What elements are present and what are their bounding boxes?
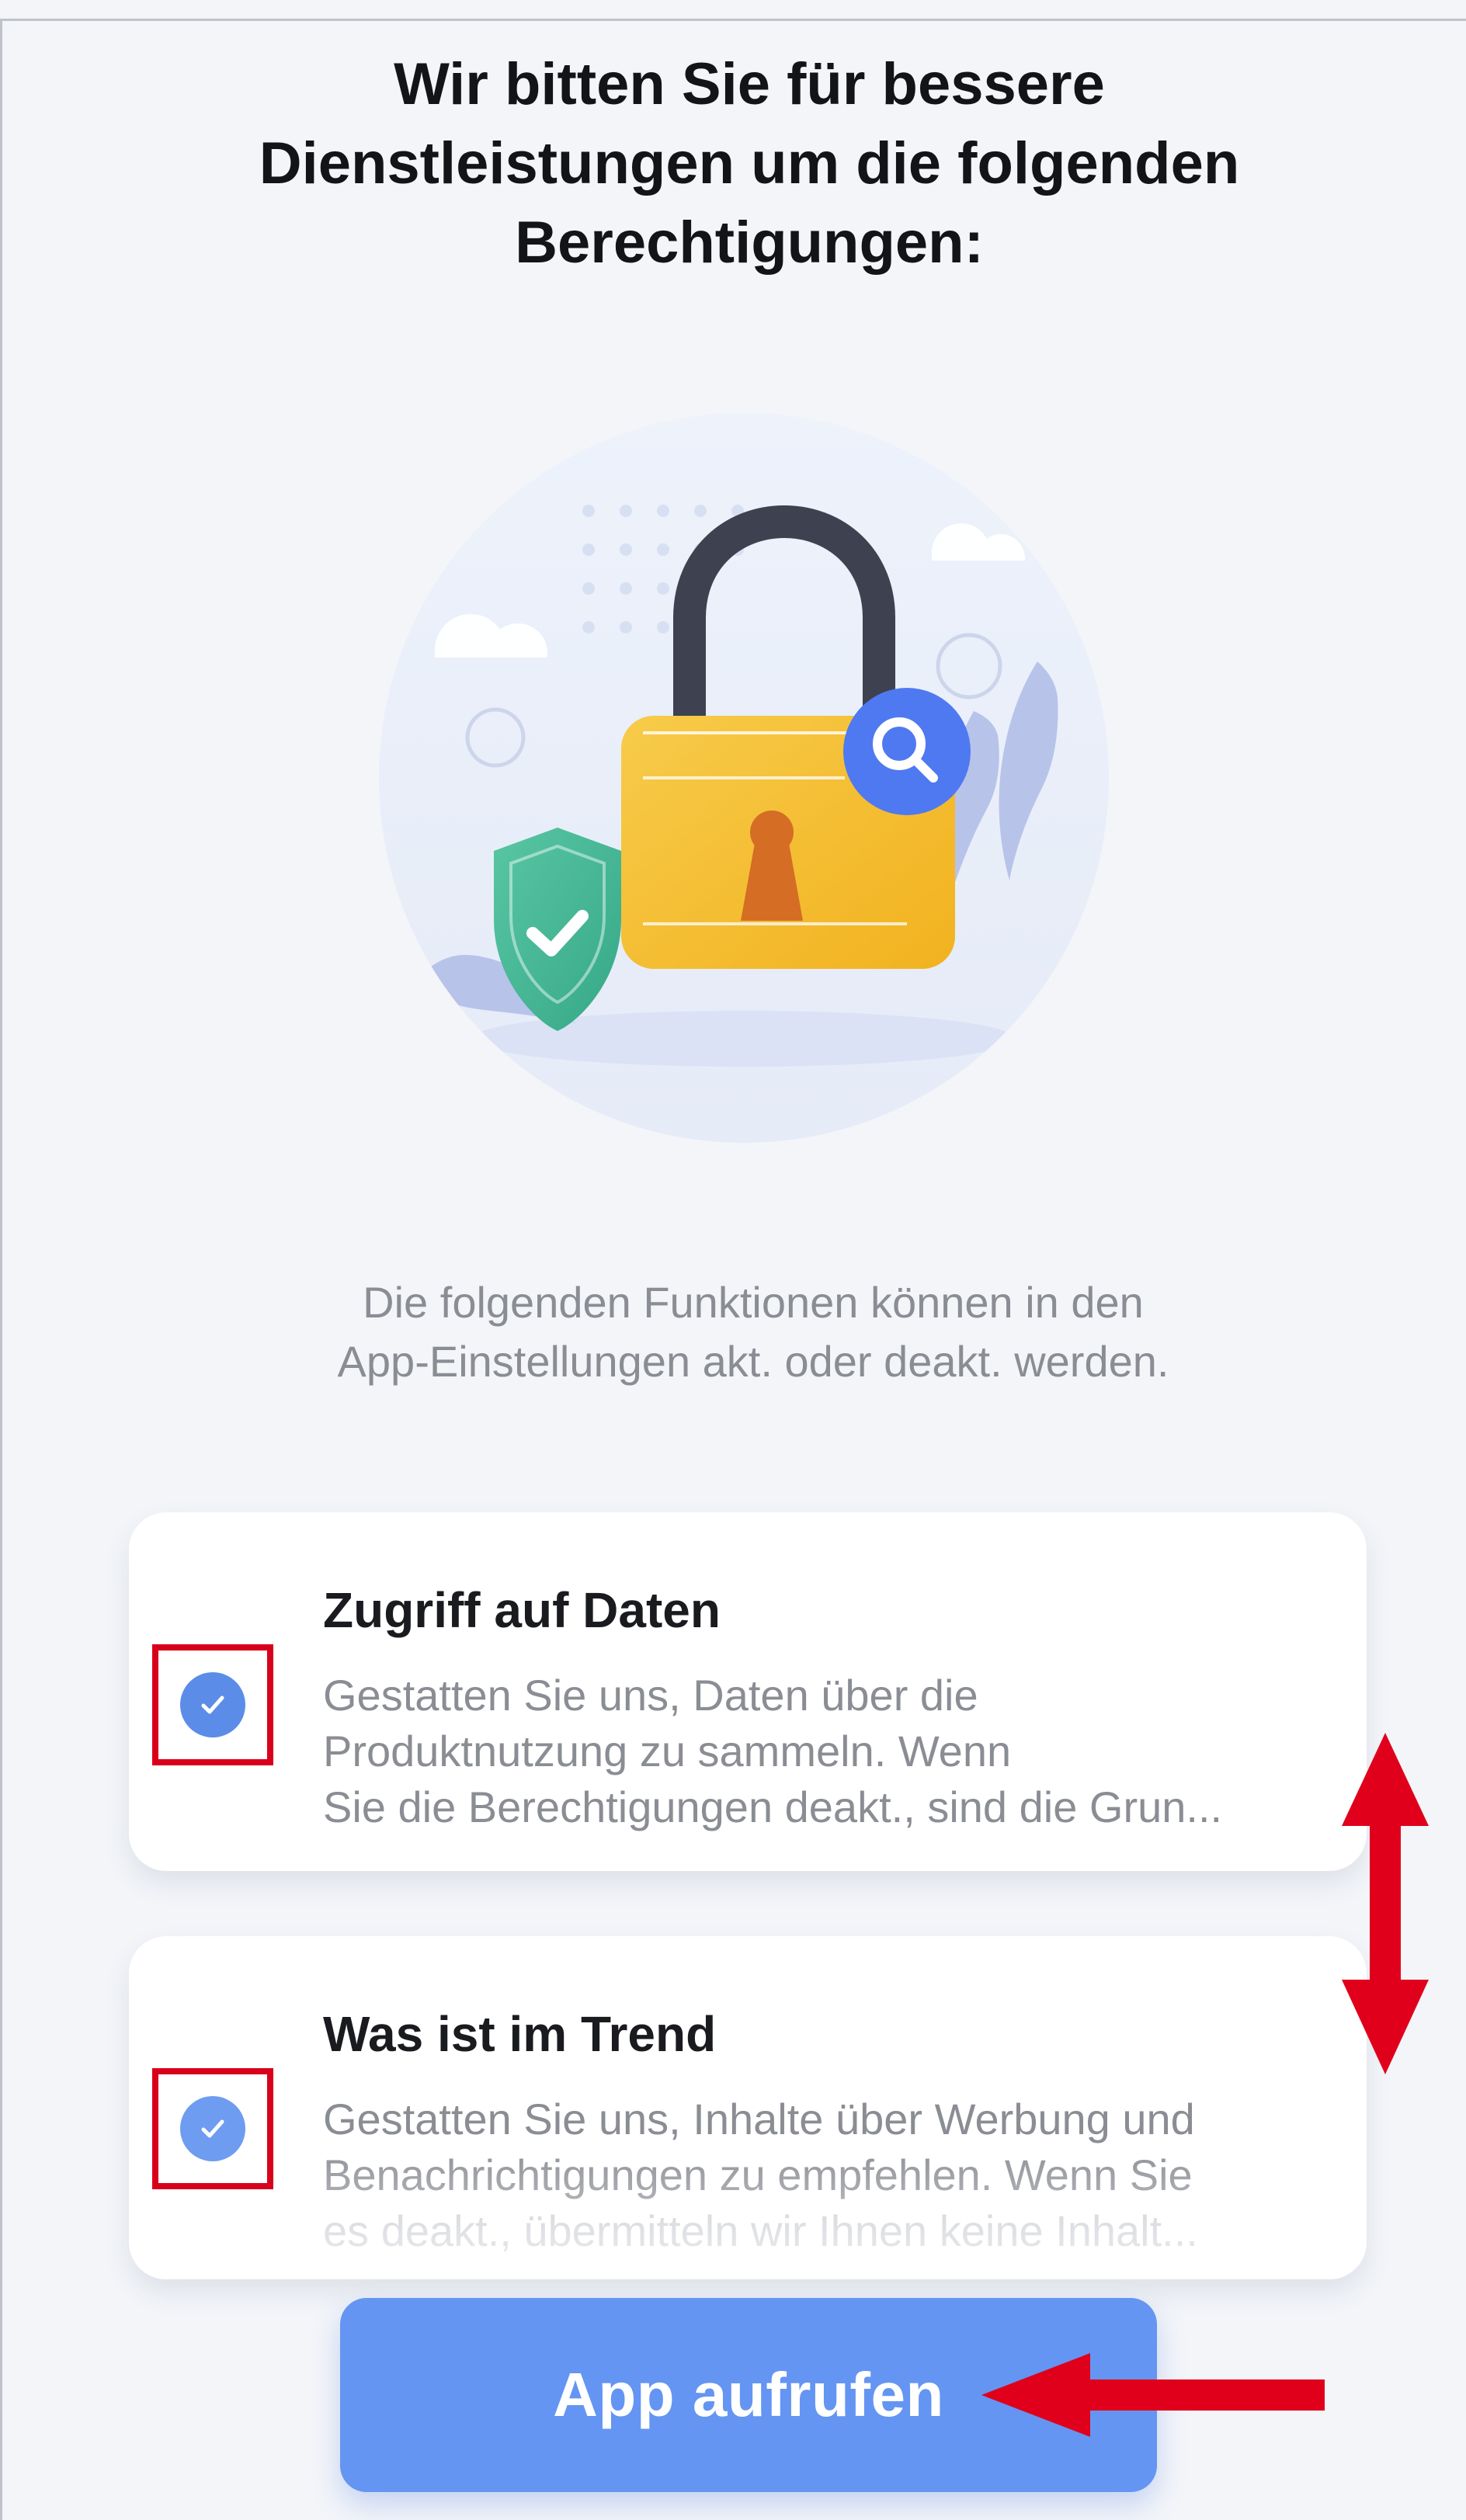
left-frame-line <box>0 19 2 2520</box>
right-arrow-icon <box>981 2353 1325 2437</box>
permission-description-data-access: Gestatten Sie uns, Daten über die Produk… <box>323 1668 1309 1835</box>
top-frame-line <box>0 19 1466 21</box>
title-line-1: Wir bitten Sie für bessere <box>394 51 1105 117</box>
description-line-3: es deakt., übermitteln wir Ihnen keine I… <box>323 2206 1198 2255</box>
description-line-2: Produktnutzung zu sammeln. Wenn <box>323 1727 1012 1775</box>
magnifier-icon <box>843 688 971 815</box>
highlight-box-trending <box>152 2068 273 2189</box>
title-line-3: Berechtigungen: <box>515 210 984 276</box>
intro-line-1: Die folgenden Funktionen können in den <box>363 1278 1144 1327</box>
checkbox-data-access[interactable] <box>180 1672 245 1737</box>
description-line-2: Benachrichtigungen zu empfehlen. Wenn Si… <box>323 2150 1193 2199</box>
double-arrow-icon <box>1342 1733 1429 2074</box>
description-line-3: Sie die Berechtigungen deakt., sind die … <box>323 1782 1223 1831</box>
permission-description-trending: Gestatten Sie uns, Inhalte über Werbung … <box>323 2091 1309 2259</box>
checkmark-icon <box>201 1696 224 1714</box>
description-line-1: Gestatten Sie uns, Daten über die <box>323 1671 978 1720</box>
checkbox-trending[interactable] <box>180 2096 245 2161</box>
checkmark-icon <box>201 2119 224 2138</box>
intro-line-2: App-Einstellungen akt. oder deakt. werde… <box>337 1337 1169 1386</box>
highlight-box-data-access <box>152 1644 273 1765</box>
page-title: Wir bitten Sie für bessere Dienstleistun… <box>140 45 1359 283</box>
permission-title-trending: Was ist im Trend <box>323 2006 717 2062</box>
title-line-2: Dienstleistungen um die folgenden <box>259 130 1240 196</box>
open-app-button-label: App aufrufen <box>553 2360 944 2429</box>
permission-title-data-access: Zugriff auf Daten <box>323 1582 721 1638</box>
permissions-intro: Die folgenden Funktionen können in den A… <box>194 1273 1312 1391</box>
permission-card-data-access[interactable]: Zugriff auf Daten Gestatten Sie uns, Dat… <box>129 1512 1367 1871</box>
permissions-illustration <box>379 413 1109 1143</box>
permission-card-trending[interactable]: Was ist im Trend Gestatten Sie uns, Inha… <box>129 1936 1367 2279</box>
description-line-1: Gestatten Sie uns, Inhalte über Werbung … <box>323 2095 1195 2143</box>
